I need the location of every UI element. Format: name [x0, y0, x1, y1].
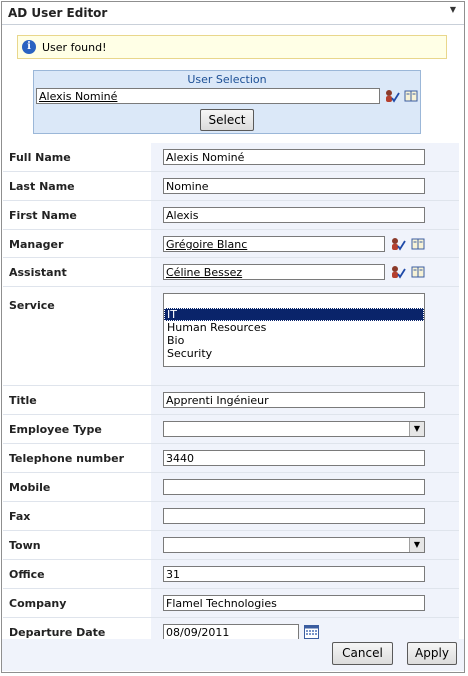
- office-field[interactable]: 31: [163, 566, 425, 582]
- row-employee-type: Employee Type ▼: [3, 415, 459, 444]
- service-option[interactable]: Security: [164, 347, 424, 360]
- address-book-icon[interactable]: [404, 90, 418, 102]
- last-name-field[interactable]: Nomine: [163, 178, 425, 194]
- user-selection-panel: User Selection Alexis Nominé Select: [33, 70, 421, 134]
- row-title: Title Apprenti Ingénieur: [3, 386, 459, 415]
- full-name-field[interactable]: Alexis Nominé: [163, 149, 425, 165]
- service-option[interactable]: Bio: [164, 334, 424, 347]
- departure-date-field[interactable]: 08/09/2011: [163, 624, 299, 640]
- user-selection-caption: User Selection: [187, 73, 267, 86]
- service-listbox[interactable]: IT Human Resources Bio Security: [163, 293, 425, 367]
- assistant-picker[interactable]: Céline Bessez: [163, 264, 385, 280]
- row-first-name: First Name Alexis: [3, 201, 459, 230]
- fax-label: Fax: [9, 510, 31, 523]
- row-fax: Fax: [3, 502, 459, 531]
- first-name-field[interactable]: Alexis: [163, 207, 425, 223]
- assistant-label: Assistant: [9, 266, 67, 279]
- user-selection-picker[interactable]: Alexis Nominé: [36, 88, 380, 104]
- title-label: Title: [9, 394, 37, 407]
- webpart-title: AD User Editor: [8, 6, 108, 20]
- row-town: Town ▼: [3, 531, 459, 560]
- chevron-down-icon[interactable]: ▼: [409, 422, 424, 436]
- row-manager: Manager Grégoire Blanc: [3, 230, 459, 258]
- status-notice: i User found!: [17, 35, 447, 59]
- employee-type-label: Employee Type: [9, 423, 102, 436]
- button-bar: Cancel Apply: [2, 639, 464, 671]
- check-names-icon[interactable]: [384, 89, 400, 103]
- title-field[interactable]: Apprenti Ingénieur: [163, 392, 425, 408]
- last-name-label: Last Name: [9, 180, 75, 193]
- service-label: Service: [9, 299, 55, 312]
- mobile-field[interactable]: [163, 479, 425, 495]
- company-field[interactable]: Flamel Technologies: [163, 595, 425, 611]
- row-office: Office 31: [3, 560, 459, 589]
- row-mobile: Mobile: [3, 473, 459, 502]
- check-names-icon[interactable]: [390, 237, 406, 251]
- row-assistant: Assistant Céline Bessez: [3, 258, 459, 287]
- mobile-label: Mobile: [9, 481, 51, 494]
- apply-button[interactable]: Apply: [407, 642, 457, 665]
- chevron-down-icon[interactable]: ▼: [450, 5, 456, 14]
- calendar-icon[interactable]: [304, 624, 319, 639]
- ad-user-editor-webpart: AD User Editor ▼ i User found! User Sele…: [1, 1, 465, 673]
- address-book-icon[interactable]: [411, 266, 425, 278]
- manager-label: Manager: [9, 238, 64, 251]
- full-name-label: Full Name: [9, 151, 71, 164]
- office-label: Office: [9, 568, 45, 581]
- user-form: Full Name Alexis Nominé Last Name Nomine…: [3, 143, 459, 647]
- telephone-label: Telephone number: [9, 452, 125, 465]
- telephone-field[interactable]: 3440: [163, 450, 425, 466]
- departure-date-label: Departure Date: [9, 626, 106, 639]
- row-full-name: Full Name Alexis Nominé: [3, 143, 459, 172]
- service-option[interactable]: Human Resources: [164, 321, 424, 334]
- chevron-down-icon[interactable]: ▼: [409, 538, 424, 552]
- first-name-label: First Name: [9, 209, 77, 222]
- webpart-titlebar: AD User Editor ▼: [2, 2, 464, 25]
- row-service: Service IT Human Resources Bio Security: [3, 287, 459, 386]
- status-message: User found!: [42, 41, 107, 54]
- check-names-icon[interactable]: [390, 265, 406, 279]
- town-select[interactable]: ▼: [163, 537, 425, 553]
- town-label: Town: [9, 539, 41, 552]
- employee-type-select[interactable]: ▼: [163, 421, 425, 437]
- company-label: Company: [9, 597, 67, 610]
- manager-picker[interactable]: Grégoire Blanc: [163, 236, 385, 252]
- address-book-icon[interactable]: [411, 238, 425, 250]
- info-icon: i: [22, 40, 36, 54]
- fax-field[interactable]: [163, 508, 425, 524]
- row-telephone: Telephone number 3440: [3, 444, 459, 473]
- row-company: Company Flamel Technologies: [3, 589, 459, 618]
- row-last-name: Last Name Nomine: [3, 172, 459, 201]
- select-button[interactable]: Select: [200, 109, 254, 131]
- cancel-button[interactable]: Cancel: [332, 642, 393, 665]
- service-option[interactable]: IT: [164, 308, 424, 321]
